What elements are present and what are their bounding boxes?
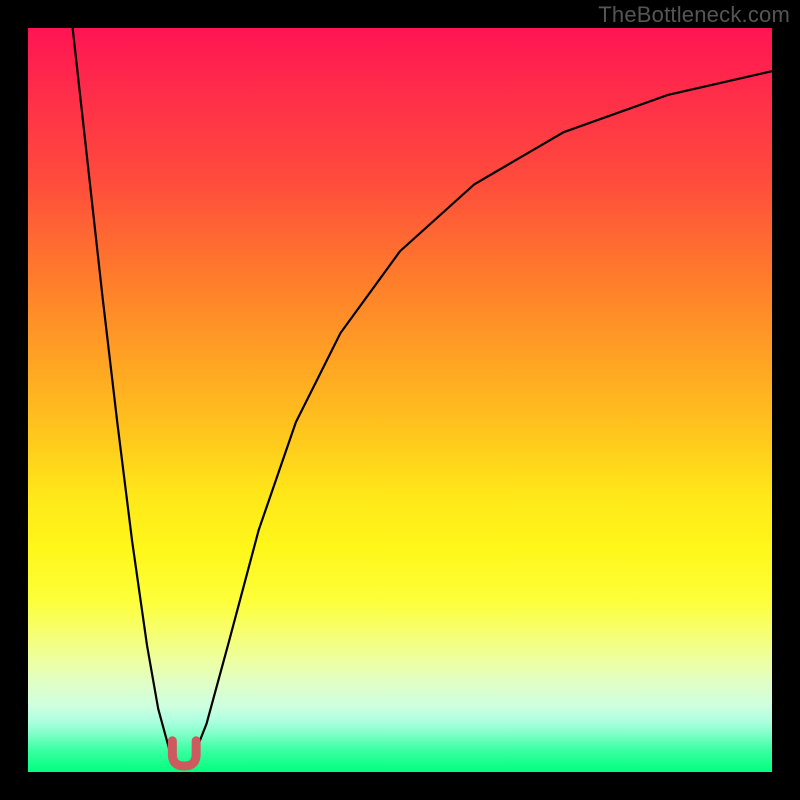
left-curve-branch <box>73 28 177 762</box>
curve-svg <box>28 28 772 772</box>
gradient-plot-area <box>28 28 772 772</box>
right-curve-branch <box>192 71 772 761</box>
cusp-u-marker <box>172 741 196 766</box>
watermark-text: TheBottleneck.com <box>598 2 790 28</box>
